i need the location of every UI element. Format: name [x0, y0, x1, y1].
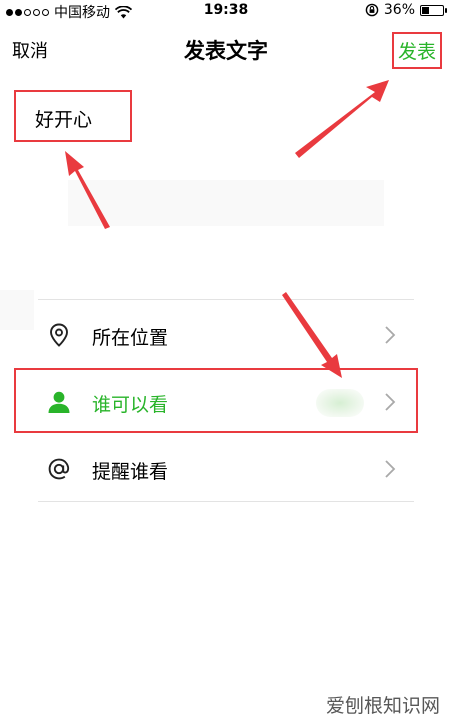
option-label: 提醒谁看 [92, 461, 169, 483]
nav-bar: 取消 发表文字 发表 [0, 22, 452, 74]
battery-level [422, 6, 429, 14]
watermark-text: 爱刨根知识网 [325, 695, 440, 717]
publish-button[interactable]: 发表 [391, 32, 442, 69]
faint-background-block [0, 290, 34, 330]
option-label: 所在位置 [92, 327, 169, 349]
orientation-lock-icon [365, 3, 379, 17]
at-sign-icon [48, 458, 70, 480]
annotation-highlight-box [14, 368, 418, 433]
battery-percent: 36% [383, 2, 415, 18]
post-text-screen: 中国移动 19:38 36% 取消 发表文字 发表 好开心 所在位置 谁可以看 … [0, 0, 452, 720]
annotation-arrow [295, 80, 389, 158]
chevron-right-icon [385, 460, 396, 478]
faint-background-block [68, 180, 384, 226]
status-bar: 中国移动 19:38 36% [0, 0, 452, 22]
option-location[interactable]: 所在位置 [38, 302, 414, 368]
page-title: 发表文字 [184, 39, 268, 63]
status-right: 36% [365, 2, 447, 18]
battery-icon [420, 4, 447, 16]
post-text-input[interactable]: 好开心 [14, 90, 132, 142]
divider [38, 299, 414, 300]
divider [38, 501, 414, 502]
location-pin-icon [50, 323, 68, 347]
chevron-right-icon [385, 326, 396, 344]
option-remind[interactable]: 提醒谁看 [38, 436, 414, 502]
